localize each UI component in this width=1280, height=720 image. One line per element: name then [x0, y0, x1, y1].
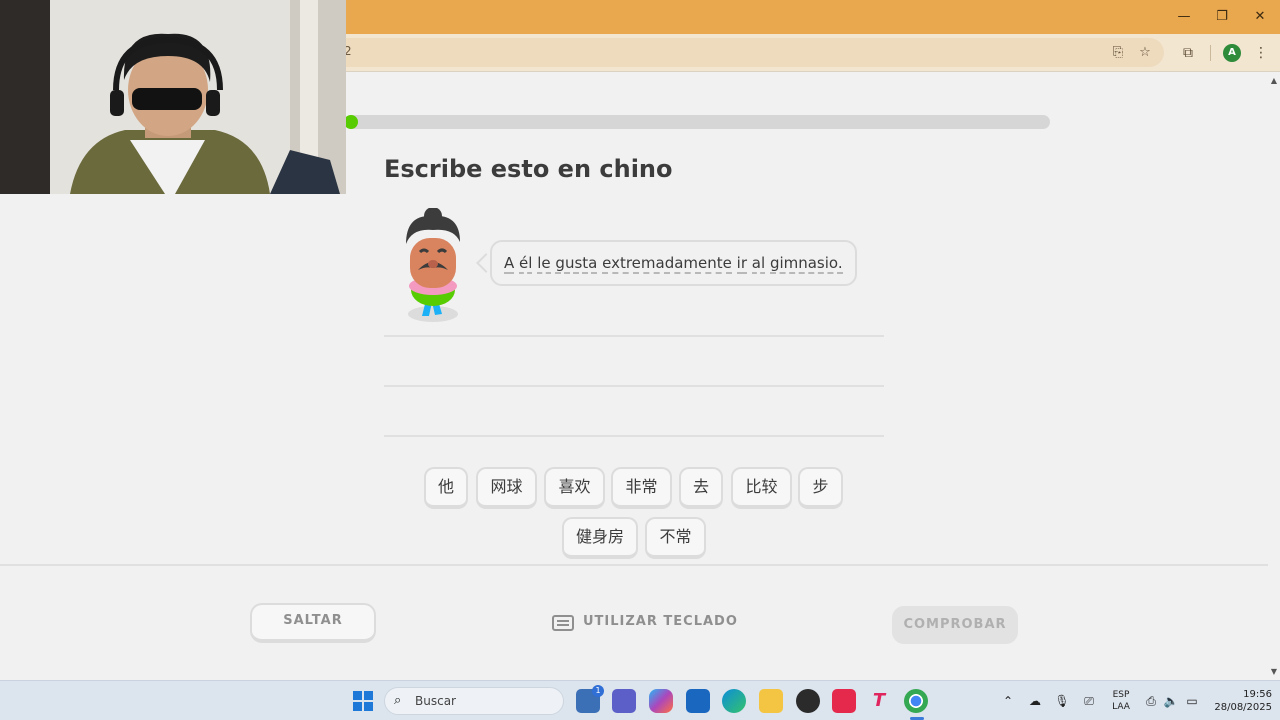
taskbar-search-placeholder: Buscar [415, 694, 456, 708]
chrome-browser-icon[interactable] [904, 689, 928, 713]
typora-icon[interactable]: T [867, 689, 891, 713]
answer-line-2[interactable] [384, 435, 884, 437]
windows-taskbar: ⌕ Buscar 1 T ⌃ ☁ 🎙 ⎚ ESP LAA ⎙ 🔈 ▭ 19:56… [0, 680, 1280, 720]
check-button[interactable]: COMPROBAR [892, 606, 1018, 644]
footer-divider [0, 564, 1268, 566]
answer-divider-top [384, 335, 884, 337]
minimize-button[interactable]: — [1172, 6, 1196, 28]
prompt-word[interactable]: le [537, 254, 551, 274]
keyboard-icon [552, 615, 574, 631]
lang-layout: LAA [1112, 702, 1130, 712]
clock-time: 19:56 [1243, 689, 1272, 700]
clock-date: 28/08/2025 [1214, 702, 1272, 713]
obs-studio-icon[interactable] [796, 689, 820, 713]
skip-button[interactable]: SALTAR [250, 603, 376, 643]
install-app-icon[interactable]: ⎘ [1110, 45, 1126, 61]
word-bank-tile[interactable]: 非常 [611, 467, 672, 509]
word-bank-tile[interactable]: 去 [679, 467, 723, 509]
lesson-progress-fill [344, 115, 358, 129]
prompt-word[interactable]: él [519, 254, 533, 274]
tray-overflow-chevron-icon[interactable]: ⌃ [1000, 693, 1016, 709]
scroll-down-arrow-icon[interactable]: ▼ [1268, 666, 1280, 678]
editor-app-icon[interactable] [686, 689, 710, 713]
teams-icon[interactable] [612, 689, 636, 713]
answer-line-1[interactable] [384, 385, 884, 387]
lang-code: ESP [1112, 690, 1130, 700]
prompt-word[interactable]: gusta [555, 254, 598, 274]
prompt-word[interactable]: al [751, 254, 766, 274]
menu-kebab-icon[interactable]: ⋮ [1252, 44, 1270, 62]
webcam-overlay [0, 0, 346, 194]
file-explorer-icon[interactable] [759, 689, 783, 713]
lesson-progress-bar [344, 115, 1050, 129]
tiktok-app-icon[interactable] [832, 689, 856, 713]
close-button[interactable]: ✕ [1248, 6, 1272, 28]
word-bank-tile[interactable]: 不常 [645, 517, 706, 559]
word-bank-tile[interactable]: 他 [424, 467, 468, 509]
battery-icon[interactable]: ▭ [1184, 693, 1200, 709]
restore-button[interactable]: ❐ [1210, 6, 1234, 28]
word-bank-tile[interactable]: 健身房 [562, 517, 638, 559]
word-bank-tile[interactable]: 比较 [731, 467, 792, 509]
prompt-word[interactable]: ir [736, 254, 748, 274]
volume-icon[interactable]: 🔈 [1163, 693, 1179, 709]
prompt-word[interactable]: A [504, 254, 515, 274]
exercise-title: Escribe esto en chino [384, 155, 673, 183]
taskbar-clock[interactable]: 19:56 28/08/2025 [1208, 688, 1272, 714]
profile-avatar[interactable]: A [1223, 44, 1241, 62]
character-illustration [406, 208, 460, 322]
page-scrollbar[interactable]: ▲ ▼ [1268, 73, 1280, 680]
ms-store-icon[interactable]: 1 [576, 685, 604, 713]
prompt-word[interactable]: extremadamente [602, 254, 732, 274]
input-language-indicator[interactable]: ESP LAA [1108, 689, 1134, 713]
screen-share-icon[interactable]: ⎚ [1081, 693, 1097, 709]
word-bank-tile[interactable]: 喜欢 [544, 467, 605, 509]
start-button-windows-icon[interactable] [351, 689, 375, 713]
store-badge: 1 [592, 685, 604, 697]
scroll-up-arrow-icon[interactable]: ▲ [1268, 75, 1280, 87]
use-keyboard-label: UTILIZAR TECLADO [583, 614, 738, 629]
network-icon[interactable]: ⎙ [1143, 693, 1159, 709]
copilot-icon[interactable] [649, 689, 673, 713]
extensions-icon[interactable]: ⧉ [1179, 44, 1197, 62]
toolbar-separator [1210, 45, 1211, 61]
prompt-speech-bubble: A él le gusta extremadamente ir al gimna… [490, 240, 857, 286]
webcam-person-image [0, 0, 346, 194]
microphone-icon[interactable]: 🎙 [1054, 693, 1070, 709]
search-icon: ⌕ [394, 693, 402, 708]
bookmark-star-icon[interactable]: ☆ [1137, 45, 1153, 61]
edge-browser-icon[interactable] [722, 689, 746, 713]
word-bank-tile[interactable]: 步 [798, 467, 843, 509]
address-bar[interactable]: 2 ⎘ ☆ [300, 38, 1164, 67]
taskbar-search[interactable]: ⌕ Buscar [384, 687, 564, 715]
prompt-word[interactable]: gimnasio. [769, 254, 843, 274]
word-bank-tile[interactable]: 网球 [476, 467, 537, 509]
onedrive-cloud-icon[interactable]: ☁ [1027, 693, 1043, 709]
